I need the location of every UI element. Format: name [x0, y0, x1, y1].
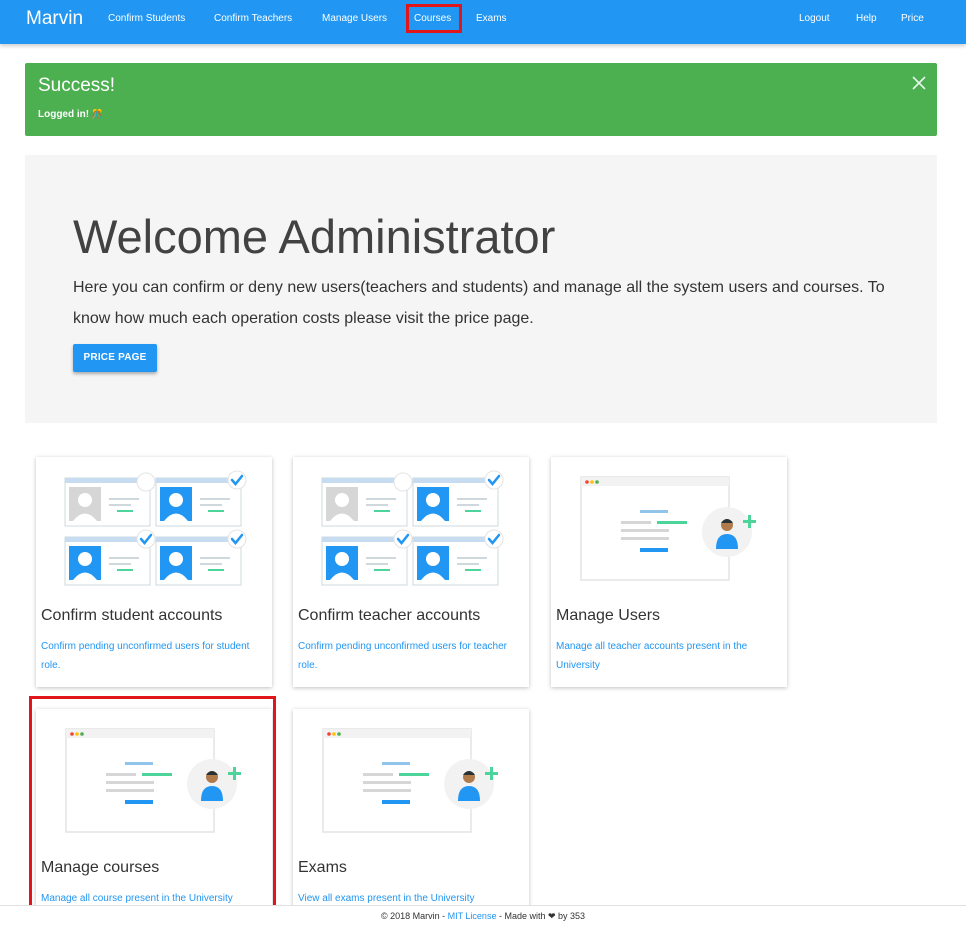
manage-users-illustration: [580, 476, 757, 581]
mit-license-link[interactable]: MIT License: [448, 911, 497, 921]
exams-illustration: [322, 728, 499, 833]
alert-message-text: Logged in!: [38, 109, 90, 120]
confirm-teacher-accounts-illustration: [293, 457, 529, 597]
card-title: Manage Users: [556, 607, 661, 624]
nav-logout[interactable]: Logout: [799, 13, 830, 24]
card-title: Confirm student accounts: [41, 607, 223, 624]
nav-courses[interactable]: Courses: [414, 13, 451, 24]
card-description[interactable]: Manage all teacher accounts present in t…: [556, 637, 784, 675]
page-footer: © 2018 Marvin - MIT License - Made with …: [0, 905, 966, 925]
card-confirm-teachers[interactable]: Confirm teacher accounts Confirm pending…: [293, 457, 529, 687]
alert-message: Logged in! 🎊: [38, 109, 103, 120]
brand-logo[interactable]: Marvin: [26, 8, 83, 30]
card-title: Exams: [298, 859, 347, 876]
nav-manage-users[interactable]: Manage Users: [322, 13, 387, 24]
nav-exams[interactable]: Exams: [476, 13, 507, 24]
card-manage-users[interactable]: Manage Users Manage all teacher accounts…: [551, 457, 787, 687]
heart-icon: ❤: [547, 911, 556, 921]
card-title: Confirm teacher accounts: [298, 607, 481, 624]
footer-made-with: - Made with: [496, 911, 548, 921]
footer-author: by 353: [555, 911, 586, 921]
page-title: Welcome Administrator: [73, 210, 556, 263]
card-description[interactable]: Confirm pending unconfirmed users for te…: [298, 637, 526, 675]
top-navbar: Marvin Confirm Students Confirm Teachers…: [0, 0, 966, 44]
close-icon[interactable]: [910, 74, 928, 92]
manage-courses-highlight-box: [29, 696, 276, 912]
alert-title: Success!: [38, 75, 116, 96]
success-alert: Success! Logged in! 🎊: [25, 63, 937, 136]
card-description[interactable]: Confirm pending unconfirmed users for st…: [41, 637, 269, 675]
nav-confirm-students[interactable]: Confirm Students: [108, 13, 185, 24]
confirm-student-accounts-illustration: [36, 457, 272, 597]
welcome-text: Here you can confirm or deny new users(t…: [73, 279, 885, 327]
footer-copyright: © 2018 Marvin -: [380, 911, 448, 921]
price-page-button[interactable]: PRICE PAGE: [73, 344, 157, 372]
nav-price[interactable]: Price: [901, 13, 924, 24]
nav-confirm-teachers[interactable]: Confirm Teachers: [214, 13, 292, 24]
card-exams[interactable]: Exams View all exams present in the Univ…: [293, 709, 529, 909]
nav-help[interactable]: Help: [856, 13, 877, 24]
welcome-jumbotron: Welcome Administrator Here you can confi…: [25, 155, 937, 423]
confetti-icon: 🎊: [91, 109, 104, 119]
card-confirm-students[interactable]: Confirm student accounts Confirm pending…: [36, 457, 272, 687]
